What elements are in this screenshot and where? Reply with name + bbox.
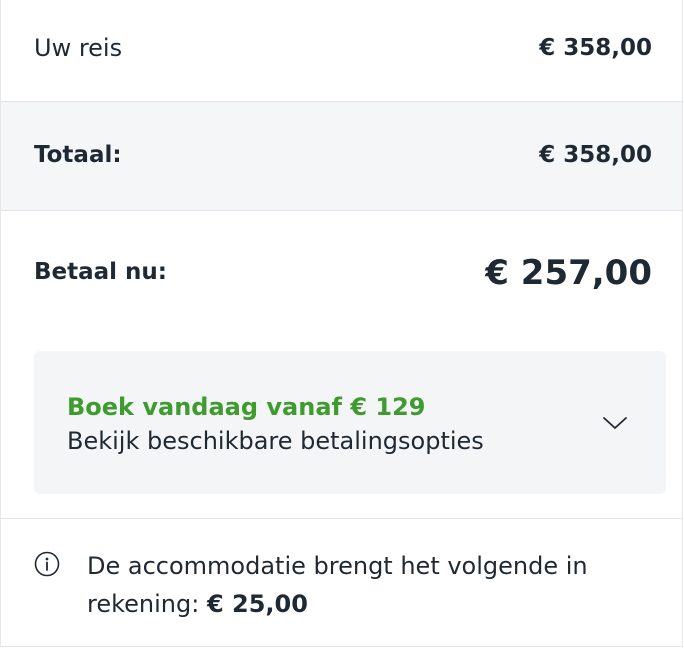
payment-options-section: Boek vandaag vanaf € 129 Bekijk beschikb… <box>1 331 682 519</box>
trip-price-row: Uw reis € 358,00 <box>1 0 682 102</box>
payment-options-title: Boek vandaag vanaf € 129 <box>67 392 426 421</box>
accommodation-fee-note: De accommodatie brengt het volgende in r… <box>1 519 682 623</box>
info-icon <box>34 551 60 577</box>
price-summary-card: Uw reis € 358,00 Totaal: € 358,00 Betaal… <box>0 0 683 647</box>
chevron-down-icon[interactable] <box>602 415 628 431</box>
payment-options-subtitle: Bekijk beschikbare betalingsopties <box>67 426 484 455</box>
total-row: Totaal: € 358,00 <box>1 102 682 211</box>
pay-now-label: Betaal nu: <box>34 259 168 285</box>
trip-label: Uw reis <box>34 34 123 62</box>
total-price: € 358,00 <box>539 142 652 168</box>
total-label: Totaal: <box>34 142 122 168</box>
fee-note-description: De accommodatie brengt het volgende in r… <box>87 552 588 618</box>
fee-amount: € 25,00 <box>206 590 308 618</box>
trip-price: € 358,00 <box>539 35 652 61</box>
payment-options-toggle[interactable]: Boek vandaag vanaf € 129 Bekijk beschikb… <box>34 351 666 494</box>
payment-options-text: Boek vandaag vanaf € 129 Bekijk beschikb… <box>67 393 484 455</box>
fee-note-text: De accommodatie brengt het volgende in r… <box>87 547 652 623</box>
pay-now-row: Betaal nu: € 257,00 <box>1 211 682 331</box>
pay-now-price: € 257,00 <box>485 253 652 293</box>
